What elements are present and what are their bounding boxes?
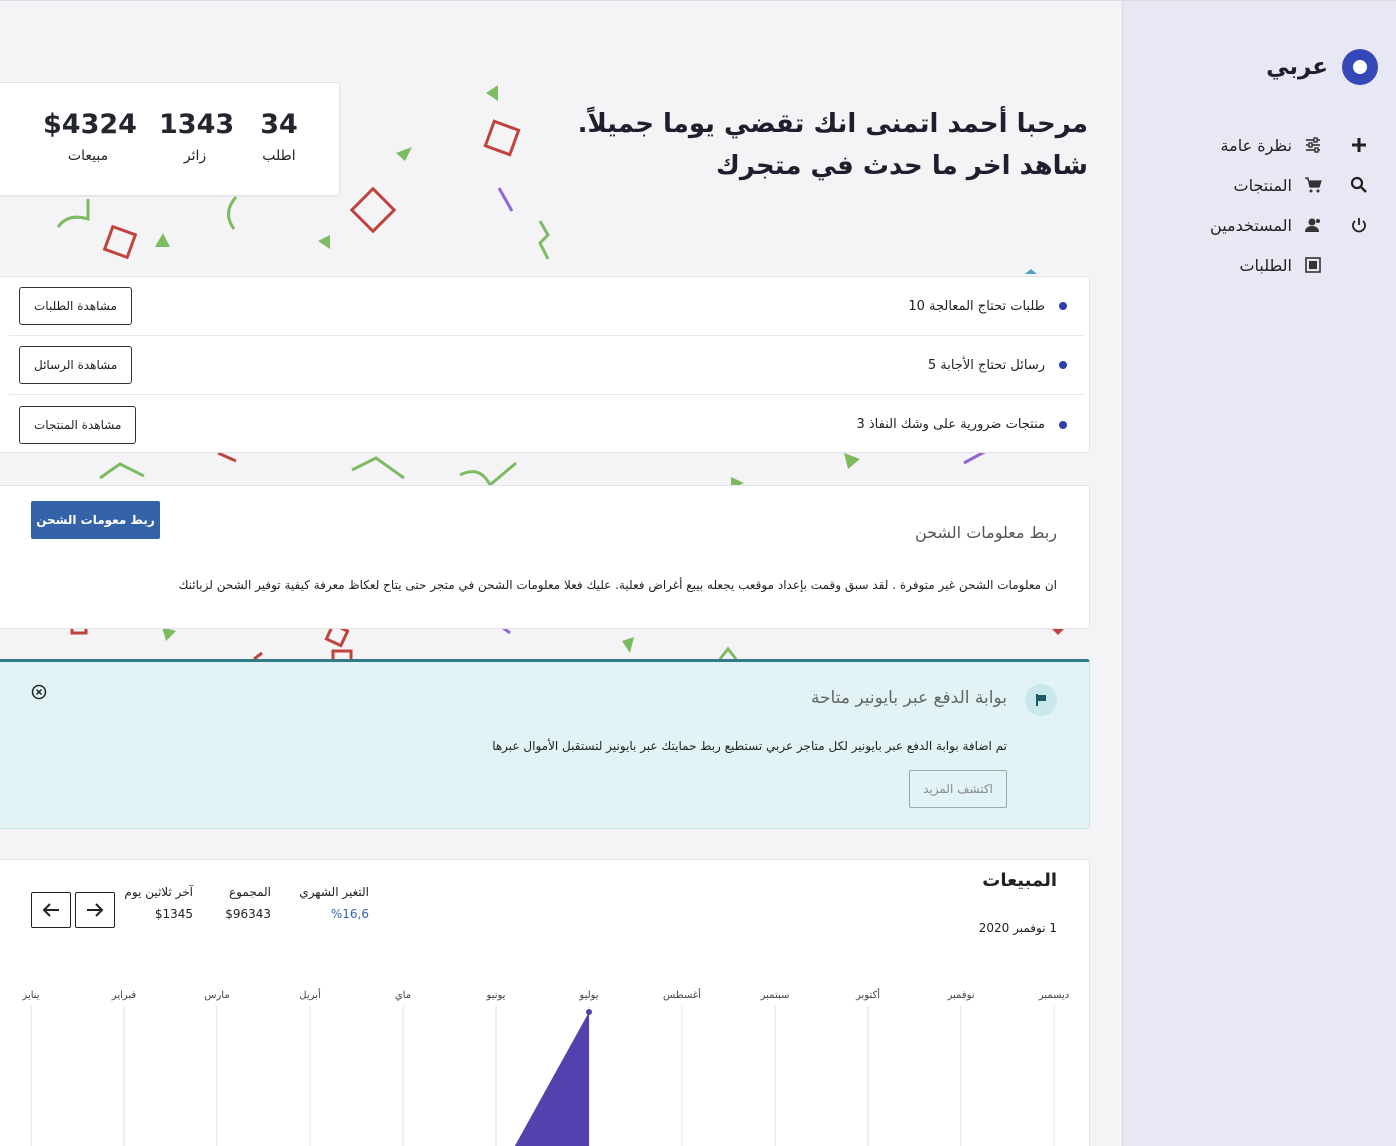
metric-total: المجموع $96343 [225,885,271,921]
sidebar: عربي نظرة عامة المنتجات المستخدمين الطلب… [1122,1,1396,1146]
welcome-heading: مرحبا أحمد اتمنى انك تقضي يوما جميلاً. ش… [388,103,1088,187]
metric-value: $96343 [225,907,271,921]
logo-mark-icon [1342,49,1378,85]
chart-tick-label: ديسمبر [1038,990,1069,1001]
metric-value: $1345 [154,907,193,921]
stat-sales: $4324 مبيعات [43,109,137,164]
chart-tick-label: أبريل [299,988,321,1001]
sidebar-item-label: المنتجات [1233,175,1293,195]
chart-tick-label: سبتمبر [760,990,790,1001]
chart-tick-label: أكتوبر [855,988,880,1001]
stat-label: زائر [183,148,207,164]
stats-card: 34 اطلب 1343 زائر $4324 مبيعات [0,82,340,196]
welcome-line: مرحبا أحمد اتمنى انك تقضي يوما جميلاً. [577,109,1088,139]
chart-tick-label: مارس [204,990,229,1001]
chart-tick-label: نوفمبر [946,990,974,1001]
task-row: مشاهدة الرسائل رسائل تحتاج الأجابة 5 [9,336,1085,395]
sales-card: المبيعات 1 نوفمبر 2020 التغير الشهري %16… [0,859,1090,1146]
stat-visitors: 1343 زائر [159,109,235,164]
sidebar-item-label: الطلبات [1239,255,1292,275]
task-text: منتجات ضرورية على وشك النفاذ 3 [856,417,1067,432]
arrow-right-icon [87,903,104,917]
metric-last-30-days: آخر ثلاثين يوم $1345 [124,885,193,921]
brand-name: عربي [1266,54,1328,80]
bullet-dot-icon [1059,420,1067,429]
bullet-dot-icon [1059,361,1067,369]
arrow-left-icon [42,903,59,917]
task-label: طلبات تحتاج المعالجة 10 [908,298,1045,314]
close-icon[interactable] [31,684,47,700]
bullet-dot-icon [1059,302,1067,310]
welcome-subline: شاهد اخر ما حدث في متجرك [716,151,1088,181]
sidebar-item-users[interactable]: المستخدمين [1132,205,1322,245]
payoneer-alert: بوابة الدفع عبر بايونير متاحة تم اضافة ب… [0,659,1090,829]
stat-value: 1343 [159,109,235,140]
task-text: رسائل تحتاج الأجابة 5 [928,358,1067,373]
plus-icon[interactable] [1344,125,1374,165]
cart-icon [1305,177,1322,193]
main-content: مرحبا أحمد اتمنى انك تقضي يوما جميلاً. ش… [0,1,1122,1146]
users-icon [1305,218,1320,232]
sidebar-item-label: المستخدمين [1210,215,1292,235]
next-button[interactable] [75,892,115,928]
sales-date: 1 نوفمبر 2020 [978,921,1057,935]
payoneer-title: بوابة الدفع عبر بايونير متاحة [810,688,1007,708]
shipping-title: ربط معلومات الشحن [915,523,1057,542]
sidebar-nav: نظرة عامة المنتجات المستخدمين الطلبات [1132,125,1322,285]
sliders-icon [1306,137,1320,153]
link-shipping-button[interactable]: ربط معومات الشحن [31,501,160,539]
sidebar-actions [1344,125,1374,245]
view-products-button[interactable]: مشاهدة المنتجات [19,405,137,444]
metric-value: %16,6 [330,907,369,921]
flag-icon [1025,684,1057,716]
sidebar-item-label: نظرة عامة [1220,135,1292,155]
sidebar-item-orders[interactable]: الطلبات [1132,245,1322,285]
shipping-description: ان معلومات الشحن غير متوفرة . لقد سبق وق… [178,578,1057,592]
chart-tick-label: يونيو [486,990,506,1001]
sidebar-item-products[interactable]: المنتجات [1132,165,1322,205]
metric-label: المجموع [229,885,271,899]
payoneer-description: تم اضافة بوابة الدفع عبر بايونير لكل متا… [492,739,1007,753]
metric-monthly-change: التغير الشهري %16,6 [299,885,369,921]
chart-point[interactable] [586,1009,592,1015]
task-label: رسائل تحتاج الأجابة 5 [927,357,1045,373]
sales-chart: يناير فبراير مارس أبريل ماي يونيو يوليو أغسطس سب… [21,988,1069,1146]
view-orders-button[interactable]: مشاهدة الطلبات [19,287,132,325]
shipping-card: ربط معلومات الشحن ربط معومات الشحن ان مع… [0,485,1090,629]
previous-button[interactable] [31,892,71,928]
task-row: مشاهدة الطلبات طلبات تحتاج المعالجة 10 [9,277,1085,336]
stat-orders: 34 اطلب [259,109,299,164]
chart-tick-label: يوليو [578,990,598,1001]
power-icon[interactable] [1344,205,1374,245]
chart-tick-label: ماي [395,990,411,1001]
stat-label: مبيعات [67,148,109,164]
stat-value: 34 [260,109,298,140]
search-icon[interactable] [1344,165,1374,205]
sidebar-item-overview[interactable]: نظرة عامة [1132,125,1322,165]
chart-tick-label: يناير [21,990,39,1001]
metric-label: التغير الشهري [299,885,369,899]
metric-label: آخر ثلاثين يوم [124,885,193,899]
orders-icon [1305,257,1321,273]
sales-title: المبيعات [982,870,1057,891]
task-text: طلبات تحتاج المعالجة 10 [908,299,1067,314]
brand-logo[interactable]: عربي [1266,49,1378,85]
stat-value: $4324 [43,109,137,140]
task-row: مشاهدة المنتجات منتجات ضرورية على وشك ال… [9,395,1085,454]
tasks-card: مشاهدة الطلبات طلبات تحتاج المعالجة 10 م… [0,276,1090,453]
stat-label: اطلب [262,148,296,164]
chart-tick-label: أغسطس [663,988,701,1001]
discover-more-button[interactable]: اكتشف المزيد [909,770,1007,808]
chart-tick-label: فبراير [111,990,137,1001]
view-messages-button[interactable]: مشاهدة الرسائل [19,346,133,384]
task-label: منتجات ضرورية على وشك النفاذ 3 [856,417,1045,432]
